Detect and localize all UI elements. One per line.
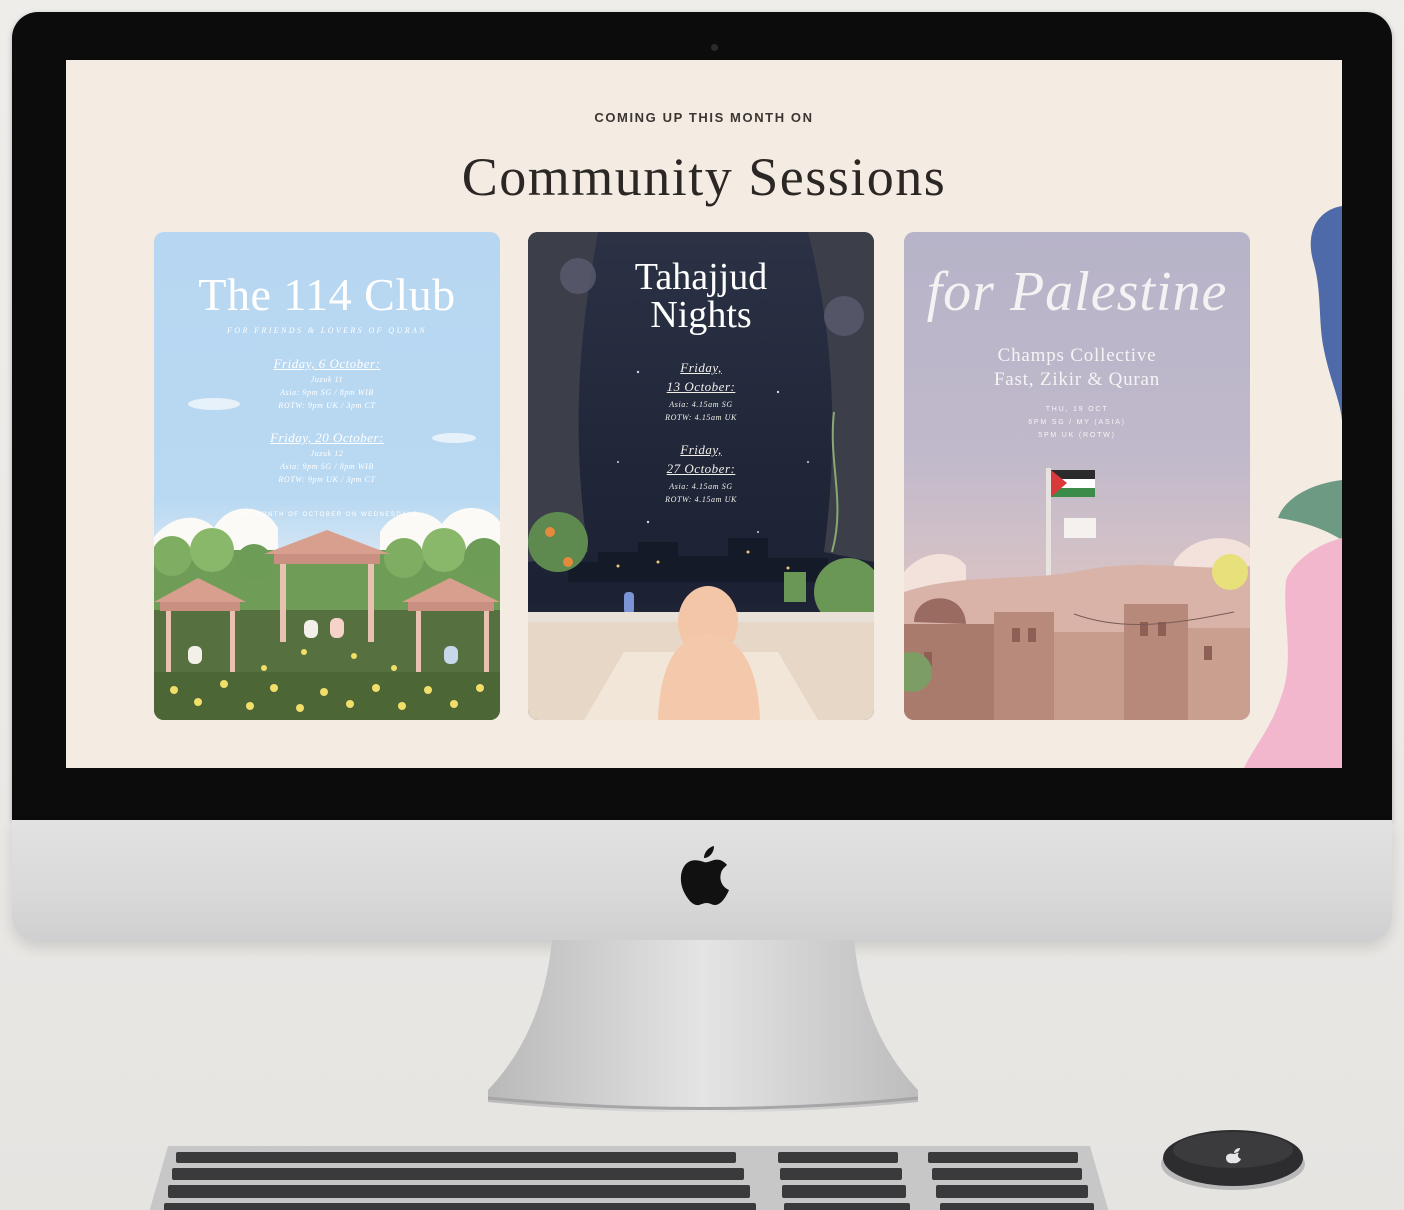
desktop-scene: COMING UP THIS MONTH ON Community Sessio…	[0, 0, 1404, 1210]
monitor-screen: COMING UP THIS MONTH ON Community Sessio…	[66, 60, 1342, 768]
session-detail: Juzuk 11	[310, 375, 344, 384]
section-eyebrow: COMING UP THIS MONTH ON	[594, 110, 814, 125]
session-detail: ROTW: 9pm UK / 3pm CT	[278, 401, 376, 410]
session-detail: 6PM SG / MY (ASIA)	[1028, 419, 1126, 426]
mouse	[1161, 1130, 1305, 1190]
event-card-for-palestine[interactable]: for Palestine Champs Collective Fast, Zi…	[904, 232, 1250, 720]
card-title-line: Tahajjud	[634, 256, 768, 298]
session-date: Friday, 6 October:	[273, 356, 381, 371]
session-date: Friday,	[680, 442, 722, 457]
session-detail: Juzuk 12	[310, 449, 344, 458]
session-detail: ROTW: 4.15am UK	[665, 495, 737, 504]
card-organizer: Champs Collective Fast, Zikir & Quran	[904, 344, 1250, 392]
session-detail: THU, 19 OCT	[1045, 406, 1109, 413]
session-detail: 5PM UK (ROTW)	[1038, 432, 1116, 439]
event-card-114-club[interactable]: The 114 Club FOR FRIENDS & LOVERS OF QUR…	[154, 232, 500, 720]
card-title-line: Nights	[650, 294, 752, 336]
apple-logo-icon	[680, 846, 729, 906]
session-detail: Asia: 4.15am SG	[669, 400, 733, 409]
card-organizer-line: Fast, Zikir & Quran	[993, 369, 1161, 390]
card-organizer-line: Champs Collective	[997, 345, 1157, 366]
card-subtitle: FOR FRIENDS & LOVERS OF QURAN	[226, 326, 428, 335]
keyboard	[149, 1146, 1109, 1210]
session-detail: ROTW: 9pm UK / 3pm CT	[278, 475, 376, 484]
session-detail: Asia: 9pm SG / 8pm WIB	[280, 462, 374, 471]
event-card-tahajjud-nights[interactable]: Tahajjud Nights Friday, 13 October: Asia…	[528, 232, 874, 720]
page-title: Community Sessions	[461, 147, 947, 207]
session-detail: ROTW: 4.15am UK	[665, 413, 737, 422]
card-title: The 114 Club	[198, 269, 456, 320]
session-detail: Asia: 4.15am SG	[669, 482, 733, 491]
session-date: Friday, 20 October:	[270, 430, 384, 445]
session-detail: Asia: 9pm SG / 8pm WIB	[280, 388, 374, 397]
monitor-stand	[488, 940, 918, 1113]
webcam	[711, 44, 718, 51]
card-footer: THE MONTH OF OCTOBER ON WEDNESDAYS	[235, 512, 419, 518]
session-date: 13 October:	[666, 379, 736, 394]
card-title: Tahajjud Nights	[528, 258, 874, 334]
session-date: 27 October:	[666, 461, 736, 476]
session-date: Friday,	[680, 360, 722, 375]
card-title: for Palestine	[926, 261, 1228, 323]
